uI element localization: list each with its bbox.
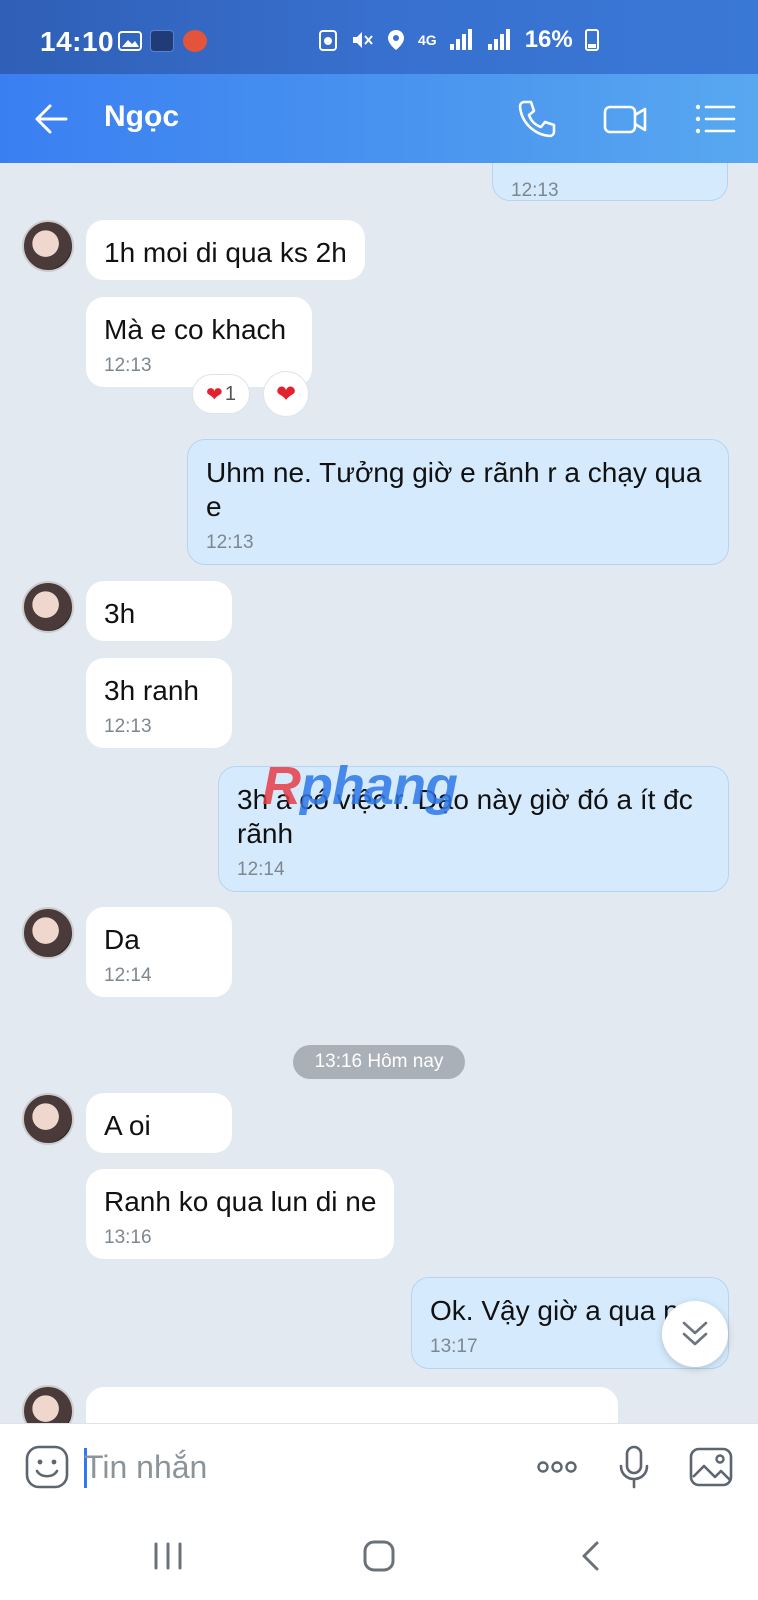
top-bar: 14:10 4G 16% Ngọc <box>0 0 758 163</box>
location-icon <box>388 30 404 50</box>
gallery-notification-icon <box>118 30 142 52</box>
chat-header: Ngọc <box>0 74 758 163</box>
reaction-summary[interactable]: ❤ 1 <box>192 374 250 414</box>
heart-icon: ❤ <box>206 383 223 406</box>
message-time: 12:13 <box>206 532 254 553</box>
avatar[interactable] <box>22 220 74 272</box>
message-time: 13:16 <box>104 1227 152 1248</box>
phone-call-icon[interactable] <box>514 96 560 142</box>
message-bubble-incoming[interactable]: 3h <box>86 581 232 641</box>
day-separator: 13:16 Hôm nay <box>293 1045 465 1079</box>
signal-icon <box>449 29 472 50</box>
image-gallery-icon[interactable] <box>688 1444 734 1490</box>
status-time: 14:10 <box>40 26 115 57</box>
message-time: 12:13 <box>104 355 152 376</box>
system-navigation-bar <box>0 1510 758 1600</box>
more-options-icon[interactable] <box>534 1444 580 1490</box>
message-text: Mà e co khach <box>104 314 287 345</box>
message-time: 12:13 <box>104 716 152 737</box>
microphone-icon[interactable] <box>611 1444 657 1490</box>
app-notification-icon <box>150 30 174 52</box>
heart-icon: ❤ <box>275 380 297 408</box>
message-bubble-incoming[interactable]: A oi <box>86 1093 232 1153</box>
chevron-double-down-icon <box>682 1321 708 1346</box>
battery-percent: 16% <box>524 26 573 53</box>
back-arrow-icon[interactable] <box>30 98 72 140</box>
message-time: 12:13 <box>511 180 559 201</box>
network-type: 4G <box>418 32 437 48</box>
signal-icon-2 <box>487 29 510 50</box>
message-composer <box>0 1423 758 1510</box>
message-text: 3h <box>104 598 136 629</box>
message-text: 1h moi di qua ks 2h <box>104 237 347 268</box>
avatar[interactable] <box>22 1385 74 1423</box>
recent-apps-icon[interactable] <box>148 1536 188 1576</box>
mute-icon <box>353 32 373 48</box>
message-input[interactable] <box>84 1444 504 1490</box>
message-text: Ok. Vậy giờ a qua n <box>430 1295 679 1326</box>
message-bubble-incoming[interactable]: 1h moi di qua ks 2h <box>86 220 365 280</box>
react-heart-button[interactable]: ❤ <box>263 371 309 417</box>
back-nav-icon[interactable] <box>572 1536 612 1576</box>
home-icon[interactable] <box>359 1536 399 1576</box>
message-text: Ranh ko qua lun di ne <box>104 1186 377 1217</box>
avatar[interactable] <box>22 581 74 633</box>
message-bubble-incoming[interactable]: Da 12:14 <box>86 907 232 997</box>
message-bubble-outgoing[interactable]: Uhm ne. Tưởng giờ e rãnh r a chạy qua e … <box>187 439 729 565</box>
message-text: A oi <box>104 1110 151 1141</box>
emoji-sticker-icon[interactable] <box>24 1444 70 1490</box>
message-bubble-outgoing[interactable]: 12:13 <box>492 163 728 201</box>
message-text: 3h ranh <box>104 675 199 706</box>
message-bubble-incoming[interactable] <box>86 1387 618 1423</box>
contact-name[interactable]: Ngọc <box>104 100 179 134</box>
watermark-logo: Rphang <box>262 756 458 816</box>
status-bar: 14:10 4G 16% <box>0 0 758 74</box>
scroll-to-bottom-button[interactable] <box>662 1301 728 1367</box>
message-bubble-incoming[interactable]: Ranh ko qua lun di ne 13:16 <box>86 1169 395 1259</box>
message-text: Da <box>104 924 140 955</box>
status-right: 4G 16% <box>318 26 599 54</box>
avatar[interactable] <box>22 1093 74 1145</box>
avatar[interactable] <box>22 907 74 959</box>
message-bubble-incoming[interactable]: 3h ranh 12:13 <box>86 658 232 748</box>
message-list[interactable]: 12:13 1h moi di qua ks 2h Mà e co khach … <box>0 163 758 1423</box>
message-time: 12:14 <box>237 859 285 880</box>
message-text: Uhm ne. Tưởng giờ e rãnh r a chạy qua e <box>206 457 702 522</box>
reaction-count: 1 <box>224 382 236 405</box>
menu-list-icon[interactable] <box>692 96 738 142</box>
data-saver-icon <box>319 30 337 51</box>
message-time: 12:14 <box>104 965 152 986</box>
shopping-notification-icon <box>183 30 207 52</box>
video-call-icon[interactable] <box>602 96 648 142</box>
battery-icon <box>584 29 599 51</box>
